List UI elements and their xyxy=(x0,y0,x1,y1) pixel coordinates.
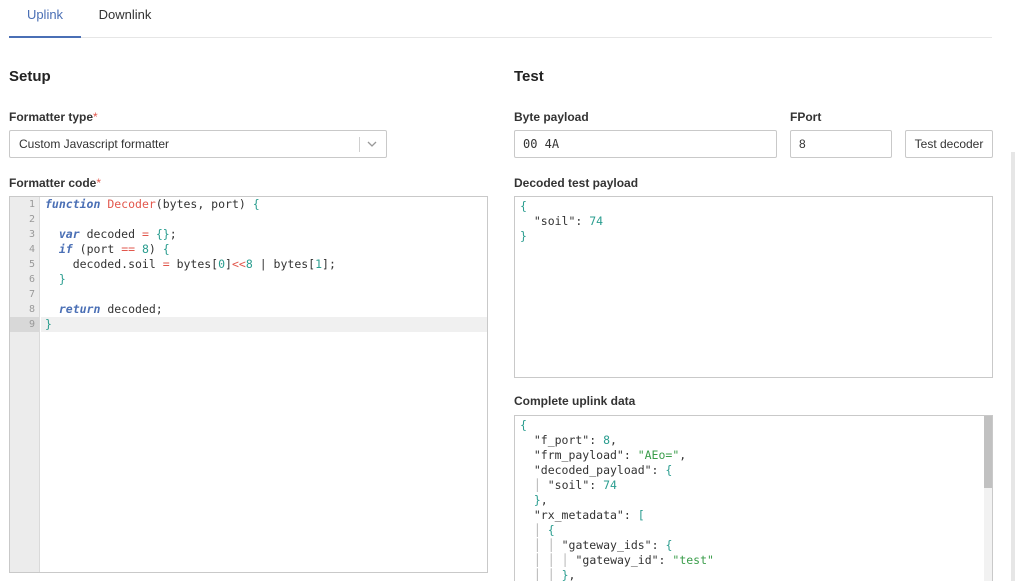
line-number-gutter: 1 2 3 4 5 6 7 8 9 xyxy=(10,197,40,572)
fport-label: FPort xyxy=(790,110,822,124)
line-number: 9 xyxy=(10,317,39,332)
code-line: } xyxy=(58,272,66,286)
formatter-type-value: Custom Javascript formatter xyxy=(19,137,170,151)
json-line: "frm_payload": "AEo=", xyxy=(520,448,687,462)
tab-downlink[interactable]: Downlink xyxy=(89,0,161,38)
code-line: var decoded = {}; xyxy=(58,227,177,241)
line-number: 2 xyxy=(28,214,35,225)
page-scrollbar[interactable] xyxy=(1011,152,1015,581)
json-line: │ │ "gateway_ids": { xyxy=(533,538,673,552)
formatter-code-label: Formatter code* xyxy=(9,176,102,190)
line-number: 1 xyxy=(28,199,35,210)
json-line: { xyxy=(520,199,527,213)
decoded-test-payload-label: Decoded test payload xyxy=(514,176,639,190)
line-number: 8 xyxy=(28,304,35,315)
fport-input[interactable]: 8 xyxy=(790,130,892,158)
line-number: 6 xyxy=(28,274,35,285)
code-line: function Decoder(bytes, port) { xyxy=(45,197,260,211)
json-line: "decoded_payload": { xyxy=(520,463,673,477)
line-number: 4 xyxy=(28,244,35,255)
formatter-code-editor[interactable]: 1 2 3 4 5 6 7 8 9 function Decoder(bytes… xyxy=(9,196,488,573)
code-line: return decoded; xyxy=(58,302,163,316)
setup-heading: Setup xyxy=(9,68,51,85)
byte-payload-input[interactable]: 00 4A xyxy=(514,130,777,158)
formatter-type-select[interactable]: Custom Javascript formatter xyxy=(9,130,387,158)
code-content[interactable]: function Decoder(bytes, port) { var deco… xyxy=(41,197,487,332)
line-number: 7 xyxy=(28,289,35,300)
json-line: } xyxy=(520,229,527,243)
required-mark: * xyxy=(96,176,102,190)
tab-bar: Uplink Downlink xyxy=(9,0,992,38)
json-line: │ │ │ "gateway_id": "test" xyxy=(533,553,714,567)
required-mark: * xyxy=(93,110,98,124)
line-number: 3 xyxy=(28,229,35,240)
json-line: │ { xyxy=(533,523,555,537)
json-line: }, xyxy=(533,493,548,507)
decoded-test-payload-output[interactable]: { "soil": 74 } xyxy=(514,196,993,378)
line-number: 5 xyxy=(28,259,35,270)
code-line: decoded.soil = bytes[0]<<8 | bytes[1]; xyxy=(45,257,336,271)
complete-uplink-data-label: Complete uplink data xyxy=(514,394,636,408)
code-line: if (port == 8) { xyxy=(58,242,170,256)
json-line: │ "soil": 74 xyxy=(533,478,617,492)
json-line: { xyxy=(520,418,527,432)
json-line: "f_port": 8, xyxy=(520,433,617,447)
chevron-down-icon[interactable] xyxy=(365,137,379,151)
complete-uplink-data-output[interactable]: { "f_port": 8, "frm_payload": "AEo=", "d… xyxy=(514,415,993,581)
output-scrollbar-thumb[interactable] xyxy=(984,416,992,488)
json-line: "soil": 74 xyxy=(520,214,604,228)
select-separator xyxy=(359,137,360,152)
json-line: "rx_metadata": [ xyxy=(520,508,645,522)
test-heading: Test xyxy=(514,68,544,85)
formatter-type-label: Formatter type* xyxy=(9,110,98,124)
test-decoder-button[interactable]: Test decoder xyxy=(905,130,993,158)
byte-payload-label: Byte payload xyxy=(514,110,589,124)
json-line: │ │ }, xyxy=(533,568,576,581)
code-line: } xyxy=(41,317,487,332)
output-scrollbar[interactable] xyxy=(984,416,992,581)
tab-uplink[interactable]: Uplink xyxy=(9,0,81,38)
